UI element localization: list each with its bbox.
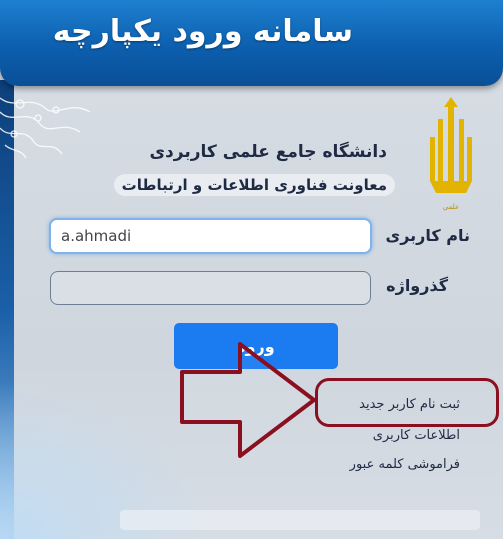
register-link[interactable]: ثبت نام کاربر جدید xyxy=(359,397,460,412)
footer-bar xyxy=(120,510,480,530)
forgot-password-link[interactable]: فراموشی کلمه عبور xyxy=(350,457,460,472)
user-info-link[interactable]: اطلاعات کاربری xyxy=(373,428,460,443)
university-emblem-icon: ﻋﻠﻤﻲ xyxy=(430,97,472,211)
university-name: دانشگاه جامع علمی کاربردی xyxy=(149,142,387,162)
page-header: سامانه ورود یکپارچه xyxy=(0,0,503,86)
department-name: معاونت فناوری اطلاعات و ارتباطات xyxy=(113,174,395,196)
ornament-pattern-icon xyxy=(0,97,91,159)
page-title: سامانه ورود یکپارچه xyxy=(52,14,353,49)
username-label: نام کاربری xyxy=(385,226,470,245)
username-input[interactable] xyxy=(49,218,372,254)
password-label: گذرواژه xyxy=(386,276,448,295)
password-input[interactable] xyxy=(50,271,371,305)
svg-text:ﻋﻠﻤﻲ: ﻋﻠﻤﻲ xyxy=(443,203,459,211)
pointer-arrow-icon xyxy=(180,342,316,458)
